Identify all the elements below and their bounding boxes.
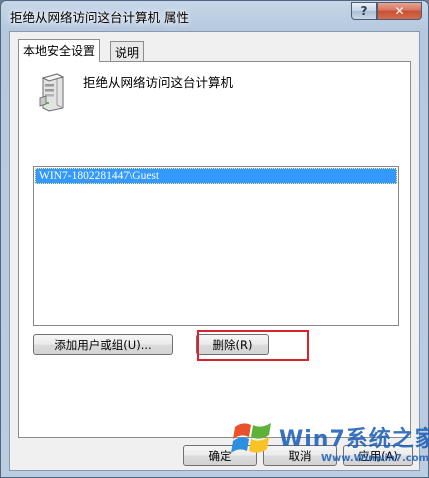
apply-button[interactable]: 应用(A) <box>343 445 413 466</box>
window-title: 拒绝从网络访问这台计算机 属性 <box>10 10 189 25</box>
help-icon: ? <box>360 4 368 18</box>
account-listbox[interactable]: WIN7-1802281447\Guest <box>33 166 399 326</box>
ok-button[interactable]: 确定 <box>183 445 257 466</box>
title-bar[interactable]: 拒绝从网络访问这台计算机 属性 ? ✕ <box>1 1 428 31</box>
computer-tower-icon <box>39 73 65 112</box>
remove-button[interactable]: 删除(R) <box>196 334 269 355</box>
cancel-button[interactable]: 取消 <box>263 445 337 466</box>
help-button[interactable]: ? <box>351 2 377 20</box>
properties-window: 拒绝从网络访问这台计算机 属性 ? ✕ 本地安全设置 说明 拒绝从网络访问这台计… <box>0 0 429 478</box>
list-item[interactable]: WIN7-1802281447\Guest <box>35 168 397 184</box>
tab-explain[interactable]: 说明 <box>110 41 145 61</box>
add-user-or-group-button[interactable]: 添加用户或组(U)... <box>33 334 173 355</box>
tab-local-security-setting[interactable]: 本地安全设置 <box>18 39 101 62</box>
close-button[interactable]: ✕ <box>377 2 422 20</box>
tab-panel: 拒绝从网络访问这台计算机 WIN7-1802281447\Guest 添加用户或… <box>18 61 411 438</box>
close-icon: ✕ <box>394 4 405 18</box>
policy-title: 拒绝从网络访问这台计算机 <box>83 75 234 90</box>
dialog-client-area: 本地安全设置 说明 拒绝从网络访问这台计算机 WIN7-1802281447\G… <box>9 31 420 471</box>
